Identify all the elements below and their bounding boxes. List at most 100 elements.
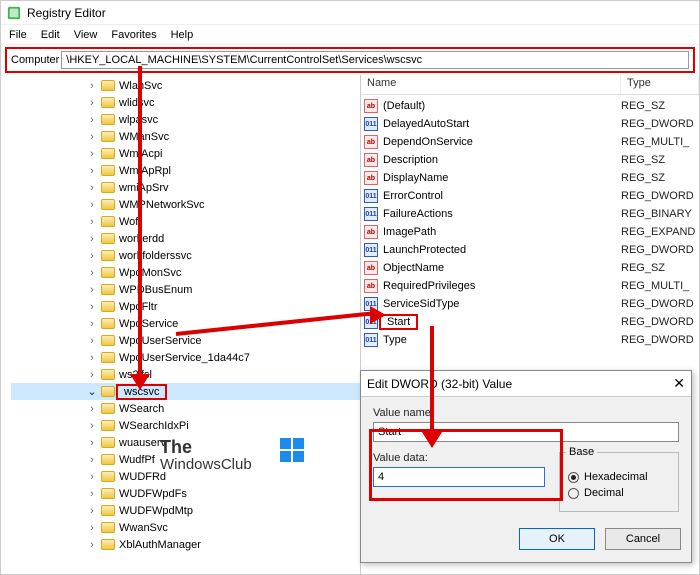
chevron-right-icon[interactable]: ›	[87, 420, 97, 432]
tree-item-wsearch[interactable]: ›WSearch	[11, 400, 360, 417]
chevron-right-icon[interactable]: ›	[87, 114, 97, 126]
tree-item-wpduserservice_1da44c7[interactable]: ›WpdUserService_1da44c7	[11, 349, 360, 366]
chevron-right-icon[interactable]: ›	[87, 250, 97, 262]
base-group: Base Hexadecimal Decimal	[559, 452, 679, 512]
chevron-right-icon[interactable]: ›	[87, 369, 97, 381]
chevron-right-icon[interactable]: ›	[87, 131, 97, 143]
value-row[interactable]: 011DelayedAutoStartREG_DWORD	[361, 115, 699, 133]
value-row[interactable]: ab(Default)REG_SZ	[361, 97, 699, 115]
value-row[interactable]: abDisplayNameREG_SZ	[361, 169, 699, 187]
chevron-right-icon[interactable]: ›	[87, 148, 97, 160]
tree-item-wpdbusenum[interactable]: › WPDBusEnum	[11, 281, 360, 298]
chevron-right-icon[interactable]: ›	[87, 522, 97, 534]
chevron-right-icon[interactable]: ›	[87, 352, 97, 364]
tree-item-wmansvc[interactable]: ›WManSvc	[11, 128, 360, 145]
value-row[interactable]: 011FailureActionsREG_BINARY	[361, 205, 699, 223]
base-legend: Base	[566, 446, 597, 458]
dialog-buttons: OK Cancel	[361, 518, 691, 562]
chevron-right-icon[interactable]: ›	[87, 539, 97, 551]
tree-item-label: wscsvc	[124, 386, 159, 398]
chevron-right-icon[interactable]: ›	[87, 284, 97, 296]
tree-item-wpdservice[interactable]: ›WpdService	[11, 315, 360, 332]
tree-item-label: WMPNetworkSvc	[119, 199, 205, 211]
chevron-right-icon[interactable]: ›	[87, 454, 97, 466]
radio-hex[interactable]: Hexadecimal	[568, 471, 670, 483]
radio-dec[interactable]: Decimal	[568, 487, 670, 499]
tree-item-wwansvc[interactable]: ›WwanSvc	[11, 519, 360, 536]
tree-item-wpdmonsvc[interactable]: ›WpdMonSvc	[11, 264, 360, 281]
col-header-type[interactable]: Type	[621, 75, 699, 94]
chevron-right-icon[interactable]: ›	[87, 505, 97, 517]
tree-item-wmiacpi[interactable]: ›WmiAcpi	[11, 145, 360, 162]
chevron-right-icon[interactable]: ›	[87, 267, 97, 279]
menu-favorites[interactable]: Favorites	[105, 27, 162, 43]
chevron-down-icon[interactable]: ⌄	[87, 385, 97, 398]
chevron-right-icon[interactable]: ›	[87, 301, 97, 313]
tree-item-label: wmiApSrv	[119, 182, 169, 194]
chevron-right-icon[interactable]: ›	[87, 318, 97, 330]
folder-icon	[101, 97, 115, 108]
chevron-right-icon[interactable]: ›	[87, 233, 97, 245]
value-row[interactable]: abRequiredPrivilegesREG_MULTI_	[361, 277, 699, 295]
menu-file[interactable]: File	[3, 27, 33, 43]
chevron-right-icon[interactable]: ›	[87, 182, 97, 194]
tree-item-wmiapsrv[interactable]: › wmiApSrv	[11, 179, 360, 196]
tree-item-wlansvc[interactable]: ›WlanSvc	[11, 77, 360, 94]
tree-item-ws2ifsl[interactable]: › ws2ifsl	[11, 366, 360, 383]
value-row[interactable]: 011TypeREG_DWORD	[361, 331, 699, 349]
value-row[interactable]: abObjectNameREG_SZ	[361, 259, 699, 277]
chevron-right-icon[interactable]: ›	[87, 335, 97, 347]
tree-item-wsearchidxpi[interactable]: ›WSearchIdxPi	[11, 417, 360, 434]
chevron-right-icon[interactable]: ›	[87, 488, 97, 500]
cancel-button[interactable]: Cancel	[605, 528, 681, 550]
tree-item-wpdfltr[interactable]: ›WpdFltr	[11, 298, 360, 315]
tree-item-wlidsvc[interactable]: ›wlidsvc	[11, 94, 360, 111]
chevron-right-icon[interactable]: ›	[87, 80, 97, 92]
addressbar-path[interactable]: \HKEY_LOCAL_MACHINE\SYSTEM\CurrentContro…	[61, 51, 689, 69]
menu-view[interactable]: View	[68, 27, 104, 43]
chevron-right-icon[interactable]: ›	[87, 403, 97, 415]
tree-item-wlpasvc[interactable]: ›wlpasvc	[11, 111, 360, 128]
watermark-line1: The	[160, 437, 192, 457]
tree-item-wmpnetworksvc[interactable]: › WMPNetworkSvc	[11, 196, 360, 213]
value-row[interactable]: 011ServiceSidTypeREG_DWORD	[361, 295, 699, 313]
chevron-right-icon[interactable]: ›	[87, 97, 97, 109]
value-type: REG_SZ	[621, 172, 699, 184]
chevron-right-icon[interactable]: ›	[87, 471, 97, 483]
tree-item-xblauthmanager[interactable]: ›XblAuthManager	[11, 536, 360, 553]
value-row[interactable]: 011ErrorControlREG_DWORD	[361, 187, 699, 205]
tree-item-workfolderssvc[interactable]: ›workfolderssvc	[11, 247, 360, 264]
value-name: ObjectName	[381, 262, 621, 274]
values-list[interactable]: ab(Default)REG_SZ011DelayedAutoStartREG_…	[361, 95, 699, 349]
tree-item-wscsvc[interactable]: ⌄ wscsvc	[11, 383, 360, 400]
value-row[interactable]: 011LaunchProtectedREG_DWORD	[361, 241, 699, 259]
chevron-right-icon[interactable]: ›	[87, 199, 97, 211]
tree-item-workerdd[interactable]: ›workerdd	[11, 230, 360, 247]
tree-item-wpduserservice[interactable]: › WpdUserService	[11, 332, 360, 349]
value-name-input[interactable]	[373, 422, 679, 442]
value-row[interactable]: 011StartREG_DWORD	[361, 313, 699, 331]
chevron-right-icon[interactable]: ›	[87, 165, 97, 177]
value-row[interactable]: abDependOnServiceREG_MULTI_	[361, 133, 699, 151]
value-row[interactable]: abImagePathREG_EXPAND	[361, 223, 699, 241]
menu-help[interactable]: Help	[165, 27, 200, 43]
folder-icon	[101, 250, 115, 261]
tree-item-wudfwpdmtp[interactable]: ›WUDFWpdMtp	[11, 502, 360, 519]
chevron-right-icon[interactable]: ›	[87, 216, 97, 228]
tree-item-label: WPDBusEnum	[119, 284, 192, 296]
binary-value-icon: 011	[364, 207, 378, 221]
menu-edit[interactable]: Edit	[35, 27, 66, 43]
tree-item-wof[interactable]: ›Wof	[11, 213, 360, 230]
tree-item-wudfwpdfs[interactable]: ›WUDFWpdFs	[11, 485, 360, 502]
tree-pane[interactable]: ›WlanSvc›wlidsvc›wlpasvc›WManSvc›WmiAcpi…	[1, 75, 361, 574]
value-row[interactable]: abDescriptionREG_SZ	[361, 151, 699, 169]
close-icon[interactable]: ✕	[655, 375, 685, 392]
value-type: REG_SZ	[621, 100, 699, 112]
chevron-right-icon[interactable]: ›	[87, 437, 97, 449]
value-data-input[interactable]	[373, 467, 545, 487]
tree-item-label: WpdUserService	[119, 335, 202, 347]
tree-item-wmiaprpl[interactable]: ›WmiApRpl	[11, 162, 360, 179]
ok-button[interactable]: OK	[519, 528, 595, 550]
tree-item-label: ws2ifsl	[119, 369, 152, 381]
col-header-name[interactable]: Name	[361, 75, 621, 94]
